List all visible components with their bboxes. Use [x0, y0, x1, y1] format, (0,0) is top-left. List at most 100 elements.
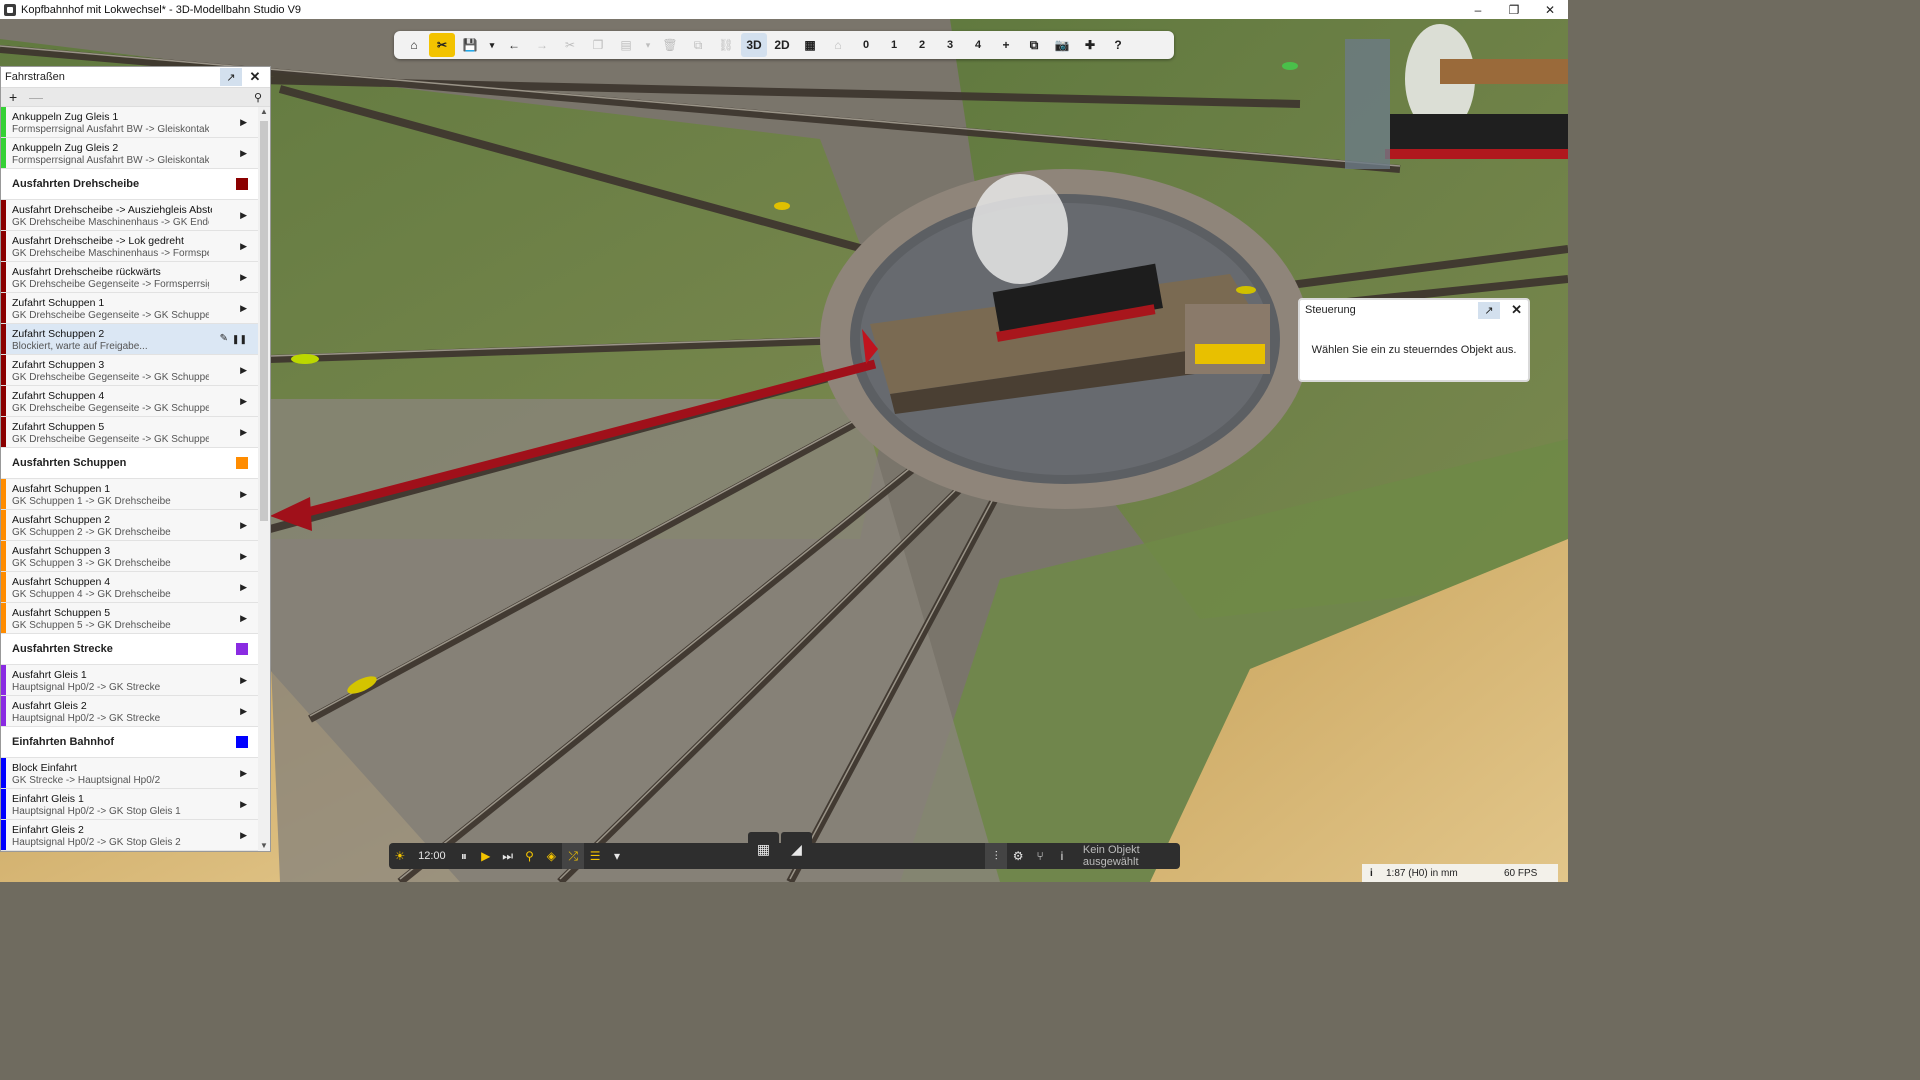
- run-route-icon[interactable]: ▶: [240, 303, 247, 314]
- run-route-icon[interactable]: ▶: [240, 427, 247, 438]
- settings-icon[interactable]: ⚙: [1007, 843, 1029, 869]
- route-item[interactable]: Einfahrt Gleis 2 Hauptsignal Hp0/2 -> GK …: [1, 820, 258, 851]
- paste-icon[interactable]: ▤: [613, 33, 639, 57]
- route-item[interactable]: Zufahrt Schuppen 1 GK Drehscheibe Gegense…: [1, 293, 258, 324]
- route-item[interactable]: Zufahrt Schuppen 4 GK Drehscheibe Gegense…: [1, 386, 258, 417]
- add-route-icon[interactable]: +: [9, 89, 29, 105]
- route-item[interactable]: Ausfahrt Gleis 1 Hauptsignal Hp0/2 -> GK …: [1, 665, 258, 696]
- save-dropdown-icon[interactable]: ▾: [485, 33, 499, 57]
- route-group[interactable]: Ausfahrten Schuppen: [1, 448, 258, 479]
- layers-icon[interactable]: ◈: [540, 843, 562, 869]
- grid-icon[interactable]: ▦: [797, 33, 823, 57]
- time-display[interactable]: 12:00: [411, 843, 453, 869]
- route-list-scrollbar[interactable]: ▲ ▼: [258, 107, 270, 851]
- info-icon[interactable]: i: [1051, 843, 1073, 869]
- sliders-icon[interactable]: ⫶: [985, 843, 1008, 869]
- run-route-icon[interactable]: ▶: [240, 830, 247, 841]
- paste-dropdown-icon[interactable]: ▾: [641, 33, 655, 57]
- close-icon[interactable]: ✕: [1511, 302, 1522, 318]
- route-item[interactable]: Ausfahrt Schuppen 3 GK Schuppen 3 -> GK D…: [1, 541, 258, 572]
- save-icon[interactable]: 💾: [457, 33, 483, 57]
- run-route-icon[interactable]: ▶: [240, 117, 247, 128]
- route-item[interactable]: Ausfahrt Schuppen 2 GK Schuppen 2 -> GK D…: [1, 510, 258, 541]
- route-item[interactable]: Ankuppeln Zug Gleis 2 Formsperrsignal Aus…: [1, 138, 258, 169]
- step-icon[interactable]: ⏭: [497, 843, 519, 869]
- run-route-icon[interactable]: ▶: [240, 241, 247, 252]
- run-route-icon[interactable]: ▶: [240, 148, 247, 159]
- edit-icon[interactable]: ✎: [220, 333, 228, 344]
- play-icon[interactable]: ▶: [475, 843, 497, 869]
- network-icon[interactable]: ⑂: [1029, 843, 1051, 869]
- view-2d-button[interactable]: 2D: [769, 33, 795, 57]
- close-window-button[interactable]: ✕: [1532, 0, 1568, 19]
- pause-icon[interactable]: ⏸: [453, 843, 475, 869]
- help-icon[interactable]: ?: [1105, 33, 1131, 57]
- camera-icon[interactable]: 📷: [1049, 33, 1075, 57]
- terrain-icon[interactable]: ◢: [781, 832, 812, 866]
- run-route-icon[interactable]: ▶: [240, 489, 247, 500]
- scroll-down-icon[interactable]: ▼: [258, 841, 270, 851]
- maximize-button[interactable]: ❐: [1496, 0, 1532, 19]
- route-group[interactable]: Zufahrten Drehscheibe: [1, 851, 258, 852]
- home-icon[interactable]: ⌂: [401, 33, 427, 57]
- redo-icon[interactable]: →: [529, 33, 555, 57]
- info-icon[interactable]: i: [1370, 868, 1386, 879]
- plugin-icon[interactable]: ✚: [1077, 33, 1103, 57]
- cut-icon[interactable]: ✂: [557, 33, 583, 57]
- route-group-color[interactable]: [236, 178, 248, 190]
- view-3d-button[interactable]: 3D: [741, 33, 767, 57]
- minimize-button[interactable]: –: [1460, 0, 1496, 19]
- run-route-icon[interactable]: ▶: [240, 272, 247, 283]
- run-route-icon[interactable]: ▶: [240, 706, 247, 717]
- run-route-icon[interactable]: ▶: [240, 799, 247, 810]
- list-dropdown-icon[interactable]: ▾: [606, 843, 628, 869]
- route-item[interactable]: Ausfahrt Schuppen 5 GK Schuppen 5 -> GK D…: [1, 603, 258, 634]
- popout-icon[interactable]: ↗: [1478, 302, 1500, 319]
- route-item[interactable]: Zufahrt Schuppen 5 GK Drehscheibe Gegense…: [1, 417, 258, 448]
- route-item[interactable]: Ausfahrt Schuppen 1 GK Schuppen 1 -> GK D…: [1, 479, 258, 510]
- route-item[interactable]: Ausfahrt Schuppen 4 GK Schuppen 4 -> GK D…: [1, 572, 258, 603]
- remove-route-icon[interactable]: —: [29, 89, 49, 105]
- route-item[interactable]: Zufahrt Schuppen 2 Blockiert, warte auf F…: [1, 324, 258, 355]
- route-group[interactable]: Ausfahrten Drehscheibe: [1, 169, 258, 200]
- route-item[interactable]: Einfahrt Gleis 1 Hauptsignal Hp0/2 -> GK …: [1, 789, 258, 820]
- layer-1-button[interactable]: 1: [881, 33, 907, 57]
- window-copy-icon[interactable]: ⧉: [1021, 33, 1047, 57]
- route-item[interactable]: Ausfahrt Drehscheibe -> Lok gedreht GK Dr…: [1, 231, 258, 262]
- run-route-icon[interactable]: ▶: [240, 520, 247, 531]
- scrollbar-thumb[interactable]: [260, 121, 268, 521]
- layer-0-button[interactable]: 0: [853, 33, 879, 57]
- route-group-color[interactable]: [236, 736, 248, 748]
- run-route-icon[interactable]: ▶: [240, 365, 247, 376]
- pause-route-icon[interactable]: ❚❚: [232, 334, 247, 345]
- route-group-color[interactable]: [236, 643, 248, 655]
- search-icon[interactable]: ⚲: [519, 843, 541, 869]
- shuffle-icon[interactable]: ⤮: [562, 843, 585, 869]
- scroll-up-icon[interactable]: ▲: [258, 107, 270, 119]
- layer-3-button[interactable]: 3: [937, 33, 963, 57]
- route-group[interactable]: Ausfahrten Strecke: [1, 634, 258, 665]
- route-item[interactable]: Zufahrt Schuppen 3 GK Drehscheibe Gegense…: [1, 355, 258, 386]
- route-item[interactable]: Ausfahrt Gleis 2 Hauptsignal Hp0/2 -> GK …: [1, 696, 258, 727]
- route-item[interactable]: Ankuppeln Zug Gleis 1 Formsperrsignal Aus…: [1, 107, 258, 138]
- lock-icon[interactable]: ⌂: [825, 33, 851, 57]
- add-layer-icon[interactable]: +: [993, 33, 1019, 57]
- search-icon[interactable]: ⚲: [254, 91, 262, 104]
- link-icon[interactable]: ⛓: [713, 33, 739, 57]
- route-item[interactable]: Ausfahrt Drehscheibe rückwärts GK Drehsch…: [1, 262, 258, 293]
- run-route-icon[interactable]: ▶: [240, 210, 247, 221]
- edit-tools-icon[interactable]: ✂: [429, 33, 455, 57]
- popout-icon[interactable]: ↗: [220, 68, 242, 86]
- run-route-icon[interactable]: ▶: [240, 582, 247, 593]
- layer-4-button[interactable]: 4: [965, 33, 991, 57]
- run-route-icon[interactable]: ▶: [240, 396, 247, 407]
- delete-icon[interactable]: 🗑: [657, 33, 683, 57]
- run-route-icon[interactable]: ▶: [240, 675, 247, 686]
- run-route-icon[interactable]: ▶: [240, 551, 247, 562]
- sun-icon[interactable]: ☀: [389, 843, 411, 869]
- route-item[interactable]: Block Einfahrt GK Strecke -> Hauptsignal …: [1, 758, 258, 789]
- run-route-icon[interactable]: ▶: [240, 768, 247, 779]
- undo-icon[interactable]: ←: [501, 33, 527, 57]
- route-group[interactable]: Einfahrten Bahnhof: [1, 727, 258, 758]
- list-icon[interactable]: ☰: [584, 843, 606, 869]
